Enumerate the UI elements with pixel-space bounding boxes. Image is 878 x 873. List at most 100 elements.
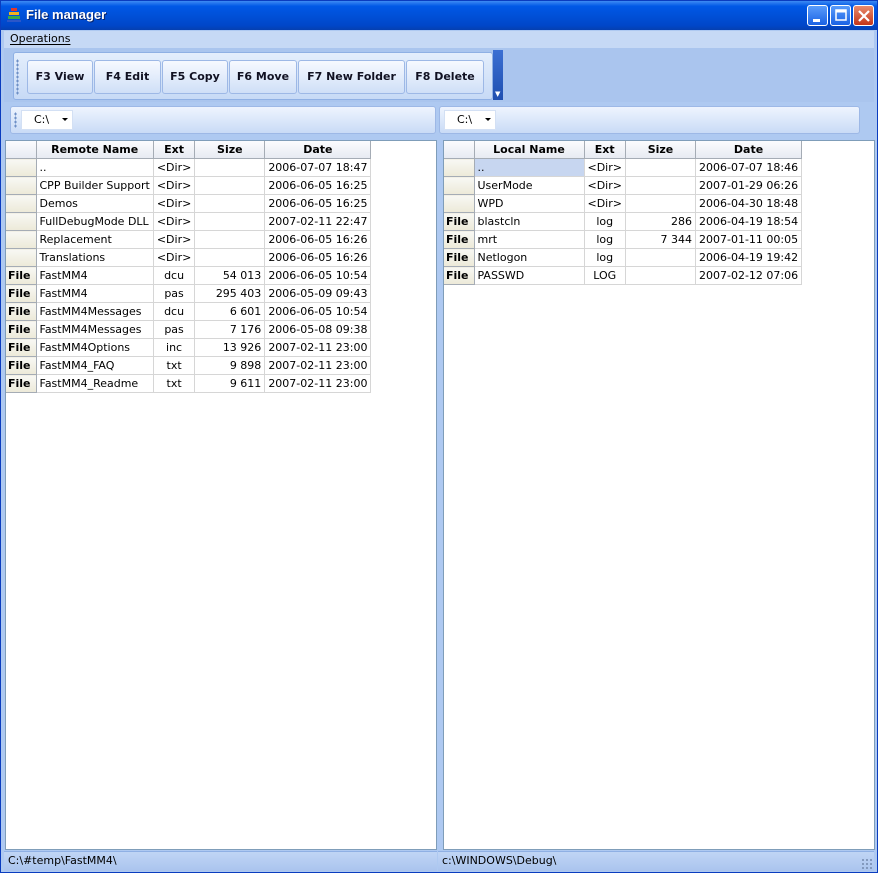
column-header-name[interactable]: Remote Name <box>36 141 154 159</box>
row-type-cell[interactable] <box>6 176 37 195</box>
column-header-date[interactable]: Date <box>695 141 803 159</box>
file-size-cell[interactable]: 7 344 <box>625 230 696 249</box>
file-ext-cell[interactable]: pas <box>153 284 196 303</box>
row-type-cell[interactable] <box>6 212 37 231</box>
column-header-name[interactable]: Local Name <box>474 141 585 159</box>
file-name-cell[interactable]: FastMM4 <box>36 266 154 285</box>
file-size-cell[interactable]: 286 <box>625 212 696 231</box>
row-type-cell[interactable] <box>6 230 37 249</box>
file-date-cell[interactable]: 2006-06-05 10:54 <box>264 266 372 285</box>
file-size-cell[interactable] <box>194 212 266 231</box>
file-ext-cell[interactable]: <Dir> <box>153 230 196 249</box>
table-row[interactable]: File FastMM4 dcu 54 013 2006-06-05 10:54 <box>6 266 372 285</box>
file-name-cell[interactable]: Demos <box>36 194 154 213</box>
file-date-cell[interactable]: 2007-02-11 23:00 <box>264 338 372 357</box>
row-type-cell[interactable] <box>444 194 475 213</box>
column-header-date[interactable]: Date <box>264 141 372 159</box>
file-size-cell[interactable]: 7 176 <box>194 320 266 339</box>
column-header-size[interactable]: Size <box>625 141 696 159</box>
toolbar-grip[interactable] <box>16 59 19 95</box>
file-name-cell[interactable]: FastMM4_Readme <box>36 374 154 393</box>
file-name-cell[interactable]: .. <box>36 158 154 177</box>
right-drive-select[interactable]: C:\ <box>444 110 496 130</box>
file-name-cell[interactable]: FastMM4Messages <box>36 302 154 321</box>
file-name-cell[interactable]: FastMM4_FAQ <box>36 356 154 375</box>
file-date-cell[interactable]: 2006-05-08 09:38 <box>264 320 372 339</box>
file-size-cell[interactable] <box>625 194 696 213</box>
table-row[interactable]: Demos <Dir> 2006-06-05 16:25 <box>6 194 372 213</box>
file-size-cell[interactable] <box>194 230 266 249</box>
file-date-cell[interactable]: 2007-02-11 23:00 <box>264 374 372 393</box>
table-row[interactable]: File PASSWD LOG 2007-02-12 07:06 <box>444 266 803 285</box>
file-name-cell[interactable]: CPP Builder Support <box>36 176 154 195</box>
file-name-cell[interactable]: Netlogon <box>474 248 585 267</box>
delete-button[interactable]: F8 Delete <box>406 60 484 94</box>
file-date-cell[interactable]: 2006-06-05 10:54 <box>264 302 372 321</box>
row-type-cell[interactable] <box>444 158 475 177</box>
edit-button[interactable]: F4 Edit <box>94 60 161 94</box>
row-type-cell[interactable]: File <box>444 230 475 249</box>
local-file-list[interactable]: Local Name Ext Size Date .. <Dir> 2006-07-… <box>443 140 875 850</box>
file-name-cell[interactable]: FastMM4 <box>36 284 154 303</box>
column-header-ext[interactable]: Ext <box>153 141 196 159</box>
file-date-cell[interactable]: 2006-07-07 18:47 <box>264 158 372 177</box>
file-name-cell[interactable]: WPD <box>474 194 585 213</box>
file-size-cell[interactable] <box>194 248 266 267</box>
table-row[interactable]: File FastMM4Messages dcu 6 601 2006-06-05 10… <box>6 302 372 321</box>
row-type-cell[interactable]: File <box>444 248 475 267</box>
file-ext-cell[interactable]: <Dir> <box>584 158 626 177</box>
file-size-cell[interactable]: 9 898 <box>194 356 266 375</box>
file-date-cell[interactable]: 2006-06-05 16:26 <box>264 248 372 267</box>
file-ext-cell[interactable]: <Dir> <box>153 158 196 177</box>
table-row[interactable]: .. <Dir> 2006-07-07 18:46 <box>444 158 803 177</box>
view-button[interactable]: F3 View <box>27 60 93 94</box>
row-type-cell[interactable]: File <box>6 302 37 321</box>
table-row[interactable]: FullDebugMode DLL <Dir> 2007-02-11 22:47 <box>6 212 372 231</box>
copy-button[interactable]: F5 Copy <box>162 60 228 94</box>
file-ext-cell[interactable]: <Dir> <box>153 176 196 195</box>
column-header-type[interactable] <box>444 141 475 159</box>
maximize-button[interactable] <box>830 5 851 26</box>
close-button[interactable] <box>853 5 874 26</box>
file-ext-cell[interactable]: dcu <box>153 302 196 321</box>
file-size-cell[interactable]: 6 601 <box>194 302 266 321</box>
minimize-button[interactable] <box>807 5 828 26</box>
toolbar-overflow-button[interactable]: ▼ <box>493 50 503 100</box>
file-date-cell[interactable]: 2007-02-12 07:06 <box>695 266 803 285</box>
file-date-cell[interactable]: 2006-04-19 18:54 <box>695 212 803 231</box>
row-type-cell[interactable]: File <box>6 338 37 357</box>
file-ext-cell[interactable]: txt <box>153 374 196 393</box>
table-row[interactable]: File FastMM4_FAQ txt 9 898 2007-02-11 23:00 <box>6 356 372 375</box>
menu-operations[interactable]: Operations <box>10 32 70 45</box>
file-date-cell[interactable]: 2007-01-11 00:05 <box>695 230 803 249</box>
title-bar[interactable]: File manager <box>1 1 877 30</box>
file-size-cell[interactable] <box>194 194 266 213</box>
table-row[interactable]: File FastMM4 pas 295 403 2006-05-09 09:43 <box>6 284 372 303</box>
file-name-cell[interactable]: .. <box>474 158 585 177</box>
file-name-cell[interactable]: FastMM4Options <box>36 338 154 357</box>
row-type-cell[interactable]: File <box>6 374 37 393</box>
file-name-cell[interactable]: UserMode <box>474 176 585 195</box>
file-size-cell[interactable]: 295 403 <box>194 284 266 303</box>
file-name-cell[interactable]: PASSWD <box>474 266 585 285</box>
file-date-cell[interactable]: 2006-05-09 09:43 <box>264 284 372 303</box>
file-ext-cell[interactable]: <Dir> <box>153 194 196 213</box>
file-ext-cell[interactable]: txt <box>153 356 196 375</box>
left-drive-select[interactable]: C:\ <box>21 110 73 130</box>
file-ext-cell[interactable]: log <box>584 248 626 267</box>
file-ext-cell[interactable]: <Dir> <box>153 248 196 267</box>
column-header-ext[interactable]: Ext <box>584 141 626 159</box>
file-date-cell[interactable]: 2006-06-05 16:26 <box>264 230 372 249</box>
file-name-cell[interactable]: FullDebugMode DLL <box>36 212 154 231</box>
file-size-cell[interactable] <box>625 176 696 195</box>
file-name-cell[interactable]: Replacement <box>36 230 154 249</box>
new-folder-button[interactable]: F7 New Folder <box>298 60 405 94</box>
row-type-cell[interactable] <box>6 158 37 177</box>
file-ext-cell[interactable]: <Dir> <box>153 212 196 231</box>
row-type-cell[interactable] <box>444 176 475 195</box>
file-name-cell[interactable]: FastMM4Messages <box>36 320 154 339</box>
file-size-cell[interactable]: 9 611 <box>194 374 266 393</box>
file-size-cell[interactable] <box>194 176 266 195</box>
file-ext-cell[interactable]: <Dir> <box>584 176 626 195</box>
file-ext-cell[interactable]: LOG <box>584 266 626 285</box>
